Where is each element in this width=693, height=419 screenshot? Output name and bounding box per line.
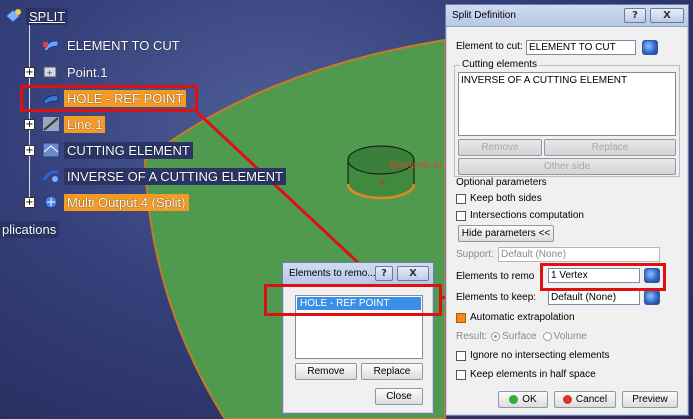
line-icon <box>42 116 60 132</box>
multi-output-icon <box>42 194 60 210</box>
replace-button[interactable]: Replace <box>544 139 676 156</box>
support-field[interactable]: Default (None) <box>498 247 660 262</box>
intersections-checkbox[interactable]: Intersections computation <box>456 210 584 221</box>
pick-element-icon[interactable] <box>642 40 658 55</box>
tree-highlight-box <box>20 85 198 112</box>
tree-item-cutting-element[interactable]: CUTTING ELEMENT <box>42 140 193 160</box>
svg-text:×: × <box>378 177 386 188</box>
tree-item-point[interactable]: + Point.1 <box>42 62 110 82</box>
hide-parameters-button[interactable]: Hide parameters << <box>458 225 554 242</box>
remove-list-highlight-box <box>264 284 442 316</box>
elements-to-keep-field[interactable]: Default (None) <box>548 290 640 305</box>
pick-element-icon[interactable] <box>644 290 660 305</box>
element-to-cut-icon <box>42 37 60 53</box>
remove-button[interactable]: Remove <box>295 363 357 380</box>
tree-line <box>29 22 30 208</box>
cancel-button[interactable]: Cancel <box>554 391 616 408</box>
tree-item-line[interactable]: Line.1 <box>42 114 106 134</box>
ok-button[interactable]: OK <box>498 391 548 408</box>
optional-params-label: Optional parameters <box>456 177 547 188</box>
applications-label: plications <box>0 220 60 238</box>
tree-root-label: SPLIT <box>26 7 69 25</box>
expand-plus-icon[interactable]: + <box>24 67 35 78</box>
remove-dialog-title: Elements to remo... <box>289 268 376 279</box>
keep-half-space-checkbox[interactable]: Keep elements in half space <box>456 369 596 380</box>
remove-field-highlight-box <box>540 263 666 291</box>
other-side-button[interactable]: Other side <box>458 158 676 175</box>
checkbox-box[interactable] <box>456 350 466 361</box>
tree-item-inverse[interactable]: INVERSE OF A CUTTING ELEMENT <box>42 166 286 186</box>
checkbox-box[interactable] <box>456 369 466 380</box>
tree-item-label: Line.1 <box>64 115 106 133</box>
remove-button[interactable]: Remove <box>458 139 542 156</box>
expand-plus-icon[interactable]: + <box>24 197 35 208</box>
cutting-elements-title: Cutting elements <box>460 59 540 70</box>
help-button[interactable]: ? <box>375 266 393 281</box>
split-dialog-title: Split Definition <box>452 10 516 21</box>
checkbox-box[interactable] <box>456 210 466 221</box>
preview-button[interactable]: Preview <box>622 391 678 408</box>
checkbox-box[interactable] <box>456 193 466 204</box>
volume-radio[interactable] <box>542 332 552 341</box>
close-x-button[interactable]: X <box>397 266 429 281</box>
tree-item-multi-output[interactable]: Multi Output.4 (Split) <box>42 192 189 212</box>
element-to-cut-field[interactable]: ELEMENT TO CUT <box>526 40 636 55</box>
help-button[interactable]: ? <box>624 8 646 23</box>
split-icon <box>4 8 22 24</box>
elements-to-remove-label: Elements to remo <box>456 271 535 282</box>
tree-root-split[interactable]: SPLIT <box>4 6 69 26</box>
expand-plus-icon[interactable]: + <box>24 145 35 156</box>
hole-cylinder[interactable]: × <box>346 145 416 200</box>
keep-both-sides-checkbox[interactable]: Keep both sides <box>456 193 542 204</box>
tree-item-label: INVERSE OF A CUTTING ELEMENT <box>64 167 286 185</box>
surface-radio[interactable] <box>491 332 501 341</box>
support-label: Support: <box>456 249 494 260</box>
applications-node[interactable]: plications <box>0 219 60 239</box>
close-x-button[interactable]: X <box>650 8 684 23</box>
viewport-annotation: Elements to <box>389 160 442 171</box>
svg-text:+: + <box>47 68 52 78</box>
tree-item-label: CUTTING ELEMENT <box>64 141 193 159</box>
ok-icon <box>509 394 519 404</box>
cutting-element-icon <box>42 142 60 158</box>
tree-item-label: Multi Output.4 (Split) <box>64 193 189 211</box>
cutting-elements-list[interactable]: INVERSE OF A CUTTING ELEMENT <box>458 72 676 136</box>
split-definition-dialog: Split Definition ? X Element to cut: ELE… <box>445 4 689 416</box>
elements-to-keep-label: Elements to keep: <box>456 292 537 303</box>
inverse-icon <box>42 168 60 184</box>
result-row: Result: Surface Volume <box>456 331 587 342</box>
expand-plus-icon[interactable]: + <box>24 119 35 130</box>
element-to-cut-label: Element to cut: <box>456 41 523 52</box>
cancel-icon <box>562 394 572 404</box>
replace-button[interactable]: Replace <box>361 363 423 380</box>
list-item[interactable]: INVERSE OF A CUTTING ELEMENT <box>459 73 675 88</box>
auto-extrapolation-checkbox[interactable]: Automatic extrapolation <box>456 312 575 323</box>
tree-item-label: Point.1 <box>67 64 108 80</box>
tree-item-element-to-cut[interactable]: ELEMENT TO CUT <box>42 35 183 55</box>
close-button[interactable]: Close <box>375 388 423 405</box>
checkbox-box[interactable] <box>456 312 466 323</box>
point-icon: + <box>42 64 60 80</box>
tree-item-label: ELEMENT TO CUT <box>67 37 180 53</box>
ignore-checkbox[interactable]: Ignore no intersecting elements <box>456 350 610 361</box>
